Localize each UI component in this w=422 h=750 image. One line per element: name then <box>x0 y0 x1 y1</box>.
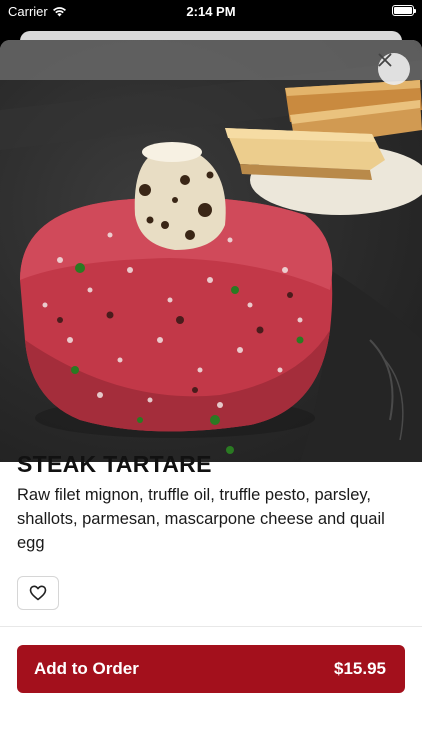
favorite-button[interactable] <box>17 576 59 610</box>
item-detail-sheet <box>0 40 422 750</box>
item-description: Raw filet mignon, truffle oil, truffle p… <box>17 486 385 552</box>
divider <box>0 626 422 627</box>
add-to-order-label: Add to Order <box>34 659 139 678</box>
price-label: $15.95 <box>334 659 386 678</box>
status-time: 2:14 PM <box>186 4 236 19</box>
item-photo <box>0 40 422 462</box>
close-button[interactable] <box>378 53 410 85</box>
close-icon <box>378 53 392 67</box>
steak-tartare-photo <box>0 40 422 462</box>
item-title: STEAK TARTARE <box>17 451 212 477</box>
heart-outline-icon <box>29 585 47 601</box>
add-to-order-button[interactable]: Add to Order $15.95 <box>17 645 405 693</box>
battery-icon <box>392 5 416 16</box>
status-bar: Carrier 2:14 PM <box>0 0 422 22</box>
